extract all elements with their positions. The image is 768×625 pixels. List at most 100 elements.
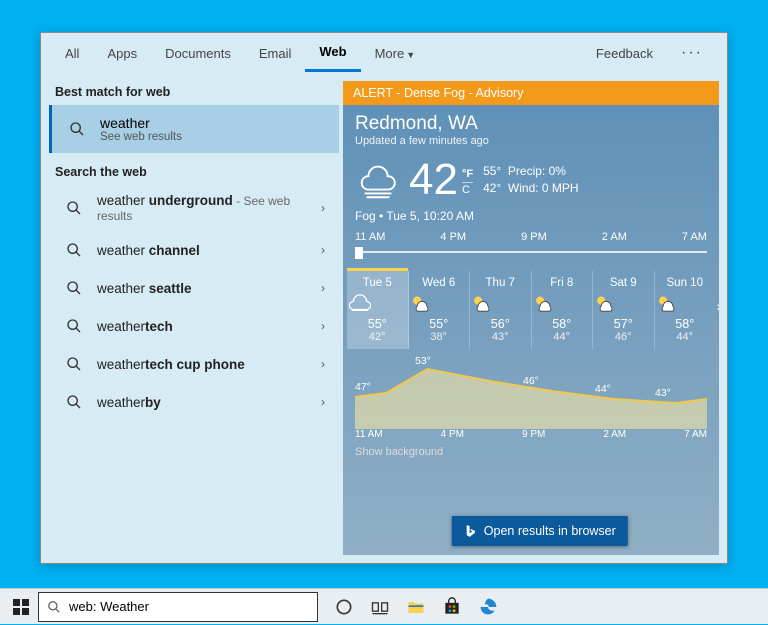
day-low: 44° bbox=[532, 331, 593, 343]
chevron-down-icon: ▼ bbox=[406, 50, 415, 60]
edge-icon[interactable] bbox=[470, 589, 506, 625]
feedback-link[interactable]: Feedback bbox=[582, 36, 667, 71]
tab-all[interactable]: All bbox=[51, 36, 93, 71]
suggestion-item[interactable]: weathertech› bbox=[49, 307, 339, 345]
suggestion-item[interactable]: weather channel› bbox=[49, 231, 339, 269]
taskbar bbox=[0, 588, 768, 624]
day-low: 43° bbox=[470, 331, 531, 343]
search-icon bbox=[63, 315, 85, 337]
time-label: 2 AM bbox=[602, 231, 627, 243]
task-view-icon[interactable] bbox=[362, 589, 398, 625]
search-flyout: All Apps Documents Email Web More▼ Feedb… bbox=[40, 32, 728, 564]
chevron-right-icon[interactable]: › bbox=[315, 281, 331, 295]
time-label: 11 AM bbox=[355, 231, 385, 243]
tab-more-label: More bbox=[375, 46, 405, 61]
chevron-right-icon[interactable]: › bbox=[315, 357, 331, 371]
suggestion-text: weatherby bbox=[97, 395, 315, 410]
day-low: 42° bbox=[347, 331, 408, 343]
tab-more[interactable]: More▼ bbox=[361, 36, 430, 71]
search-icon bbox=[63, 391, 85, 413]
forecast-day[interactable]: Wed 655°38° bbox=[409, 271, 471, 349]
chart-label-47: 47° bbox=[355, 381, 371, 393]
day-low: 46° bbox=[593, 331, 654, 343]
suggestion-item[interactable]: weathertech cup phone› bbox=[49, 345, 339, 383]
tab-apps[interactable]: Apps bbox=[93, 36, 151, 71]
suggestion-text: weather seattle bbox=[97, 281, 315, 296]
results-left-pane: Best match for web weather See web resul… bbox=[41, 73, 339, 563]
search-icon bbox=[63, 239, 85, 261]
forecast-day[interactable]: Sat 9 57°46° bbox=[593, 271, 655, 349]
forecast-day[interactable]: Thu 756°43° bbox=[470, 271, 532, 349]
search-icon bbox=[47, 600, 61, 614]
fog-icon bbox=[355, 157, 401, 203]
tab-documents[interactable]: Documents bbox=[151, 36, 245, 71]
chevron-right-icon[interactable]: › bbox=[315, 319, 331, 333]
forecast-day[interactable]: Fri 858°44° bbox=[532, 271, 594, 349]
suggestion-item[interactable]: weather seattle› bbox=[49, 269, 339, 307]
cortana-icon[interactable] bbox=[326, 589, 362, 625]
time-label: 4 PM bbox=[440, 231, 466, 243]
suggestion-text: weather channel bbox=[97, 243, 315, 258]
day-label: Thu 7 bbox=[470, 277, 531, 289]
day-label: Sun 10 bbox=[655, 277, 716, 289]
open-in-browser-button[interactable]: Open results in browser bbox=[452, 516, 628, 546]
day-high: 55° bbox=[409, 317, 470, 331]
weather-updated: Updated a few minutes ago bbox=[355, 135, 707, 147]
best-match-item[interactable]: weather See web results bbox=[49, 105, 339, 153]
chart-x-label: 7 AM bbox=[684, 429, 707, 440]
hourly-slider[interactable]: 11 AM4 PM9 PM2 AM7 AM bbox=[343, 231, 719, 263]
day-label: Tue 5 bbox=[347, 277, 408, 289]
start-button[interactable] bbox=[4, 589, 38, 625]
partly-cloudy-icon bbox=[655, 293, 716, 313]
show-background-link[interactable]: Show background bbox=[343, 442, 719, 464]
best-match-label: Best match for web bbox=[49, 81, 339, 105]
chart-label-53: 53° bbox=[415, 355, 431, 367]
day-high: 57° bbox=[593, 317, 654, 331]
day-high: 58° bbox=[655, 317, 716, 331]
search-icon bbox=[63, 277, 85, 299]
file-explorer-icon[interactable] bbox=[398, 589, 434, 625]
day-high: 55° bbox=[347, 317, 408, 331]
tab-email[interactable]: Email bbox=[245, 36, 306, 71]
forecast-day[interactable]: Sun 10 58°44° bbox=[655, 271, 716, 349]
partly-cloudy-icon bbox=[593, 293, 654, 313]
unit-fahrenheit[interactable]: °F bbox=[462, 167, 473, 183]
scope-tabbar: All Apps Documents Email Web More▼ Feedb… bbox=[41, 33, 727, 73]
search-icon bbox=[63, 353, 85, 375]
chevron-right-icon[interactable]: › bbox=[315, 201, 331, 215]
chart-x-label: 2 AM bbox=[603, 429, 626, 440]
fog-icon bbox=[347, 293, 408, 313]
chart-label-43: 43° bbox=[655, 387, 671, 399]
chart-x-labels: 11 AM4 PM9 PM2 AM7 AM bbox=[343, 429, 719, 442]
partly-cloudy-icon bbox=[470, 293, 531, 313]
microsoft-store-icon[interactable] bbox=[434, 589, 470, 625]
slider-track[interactable] bbox=[355, 245, 707, 259]
taskbar-search-box[interactable] bbox=[38, 592, 318, 622]
search-web-label: Search the web bbox=[49, 161, 339, 185]
suggestion-item[interactable]: weatherby› bbox=[49, 383, 339, 421]
suggestion-text: weather underground - See web results bbox=[97, 193, 315, 223]
suggestion-list: weather underground - See web results›we… bbox=[49, 185, 339, 421]
chart-label-44: 44° bbox=[595, 383, 611, 395]
weather-alert-banner[interactable]: ALERT - Dense Fog - Advisory bbox=[343, 81, 719, 105]
day-label: Sat 9 bbox=[593, 277, 654, 289]
best-match-subtitle: See web results bbox=[100, 131, 182, 143]
suggestion-item[interactable]: weather underground - See web results› bbox=[49, 185, 339, 231]
day-label: Wed 6 bbox=[409, 277, 470, 289]
chevron-right-icon[interactable]: › bbox=[716, 298, 719, 314]
more-options-icon[interactable]: ··· bbox=[667, 34, 717, 72]
open-in-browser-label: Open results in browser bbox=[484, 524, 616, 538]
unit-celsius[interactable]: C bbox=[462, 183, 473, 197]
current-temperature: 42 bbox=[409, 158, 458, 202]
taskbar-search-input[interactable] bbox=[69, 599, 309, 614]
slider-thumb[interactable] bbox=[355, 247, 363, 259]
chart-label-46: 46° bbox=[523, 375, 539, 387]
day-low: 44° bbox=[655, 331, 716, 343]
forecast-day[interactable]: Tue 5 55°42° bbox=[347, 271, 409, 349]
chevron-right-icon[interactable]: › bbox=[315, 395, 331, 409]
wind-label: Wind: 0 MPH bbox=[508, 181, 579, 195]
chart-x-label: 4 PM bbox=[441, 429, 464, 440]
weather-location: Redmond, WA bbox=[355, 113, 707, 135]
tab-web[interactable]: Web bbox=[305, 34, 360, 72]
chevron-right-icon[interactable]: › bbox=[315, 243, 331, 257]
